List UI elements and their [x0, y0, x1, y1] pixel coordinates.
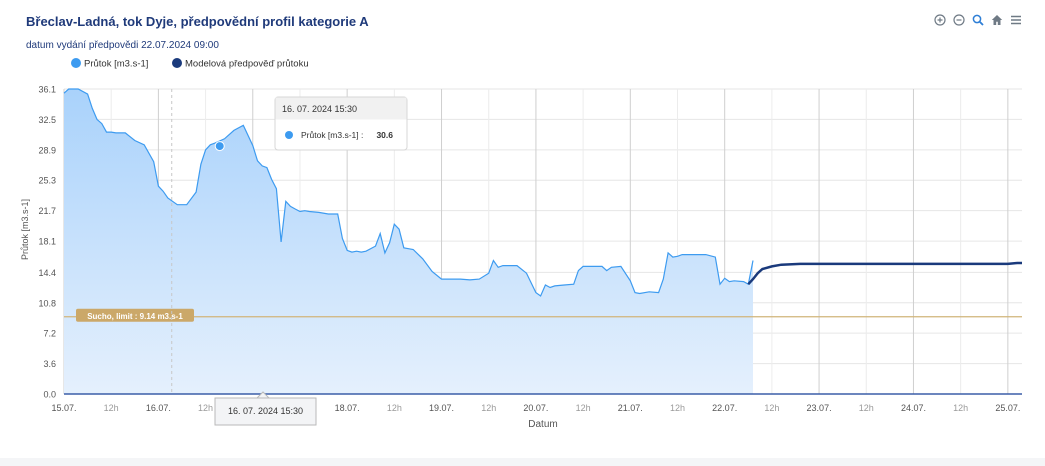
- y-tick-label: 7.2: [43, 329, 56, 339]
- x-tick-label: 12h: [576, 403, 591, 413]
- chart-svg: Sucho, limit : 9.14 m3.s-1 0.0 3.6 7.2 10.8…: [20, 58, 1022, 430]
- x-tick-label: 25.07.: [995, 403, 1020, 413]
- x-tick-label: 12h: [670, 403, 685, 413]
- hover-point: [214, 141, 225, 152]
- y-tick-label: 25.3: [38, 176, 56, 186]
- tooltip-series-label: Průtok [m3.s-1] :: [301, 130, 363, 140]
- y-tick-label: 10.8: [38, 298, 56, 308]
- x-tick-label: 12h: [387, 403, 402, 413]
- tooltip-marker: [285, 131, 293, 139]
- x-tick-label: 18.07.: [335, 403, 360, 413]
- crosshair-label: 16. 07. 2024 15:30: [228, 406, 303, 416]
- y-tick-label: 32.5: [38, 115, 56, 125]
- y-tick-label: 14.4: [38, 268, 56, 278]
- x-tick-label: 15.07.: [51, 403, 76, 413]
- legend: Průtok [m3.s-1] Modelová předpověď průtok…: [71, 58, 309, 70]
- x-tick-label: 23.07.: [807, 403, 832, 413]
- x-tick-label: 12h: [859, 403, 874, 413]
- x-tick-label: 20.07.: [523, 403, 548, 413]
- x-tick-label: 12h: [198, 403, 213, 413]
- y-axis-title: Průtok [m3.s-1]: [20, 199, 30, 260]
- y-tick-label: 0.0: [43, 390, 56, 400]
- legend-label: Modelová předpověď průtoku: [185, 59, 309, 70]
- tooltip-header: 16. 07. 2024 15:30: [282, 104, 357, 114]
- chart-card: Břeclav-Ladná, tok Dyje, předpovědní pro…: [0, 0, 1045, 458]
- y-tick-label: 28.9: [38, 145, 56, 155]
- x-tick-label: 19.07.: [429, 403, 454, 413]
- y-tick-label: 18.1: [38, 237, 56, 247]
- y-tick-label: 21.7: [38, 206, 56, 216]
- x-tick-label: 12h: [481, 403, 496, 413]
- legend-marker: [71, 58, 81, 68]
- x-tick-label: 24.07.: [901, 403, 926, 413]
- x-tick-label: 22.07.: [712, 403, 737, 413]
- legend-label: Průtok [m3.s-1]: [84, 59, 148, 70]
- y-tick-label: 3.6: [43, 359, 56, 369]
- x-tick-label: 12h: [104, 403, 119, 413]
- tooltip-value: 30.6: [376, 130, 393, 140]
- legend-marker: [172, 58, 182, 68]
- threshold-label: Sucho, limit : 9.14 m3.s-1: [87, 312, 183, 321]
- x-axis-title: Datum: [528, 419, 557, 430]
- x-tick-label: 12h: [764, 403, 779, 413]
- forecast-line: [747, 261, 1022, 286]
- x-tick-label: 16.07.: [146, 403, 171, 413]
- x-tick-label: 12h: [953, 403, 968, 413]
- x-tick-label: 21.07.: [618, 403, 643, 413]
- y-tick-label: 36.1: [38, 85, 56, 95]
